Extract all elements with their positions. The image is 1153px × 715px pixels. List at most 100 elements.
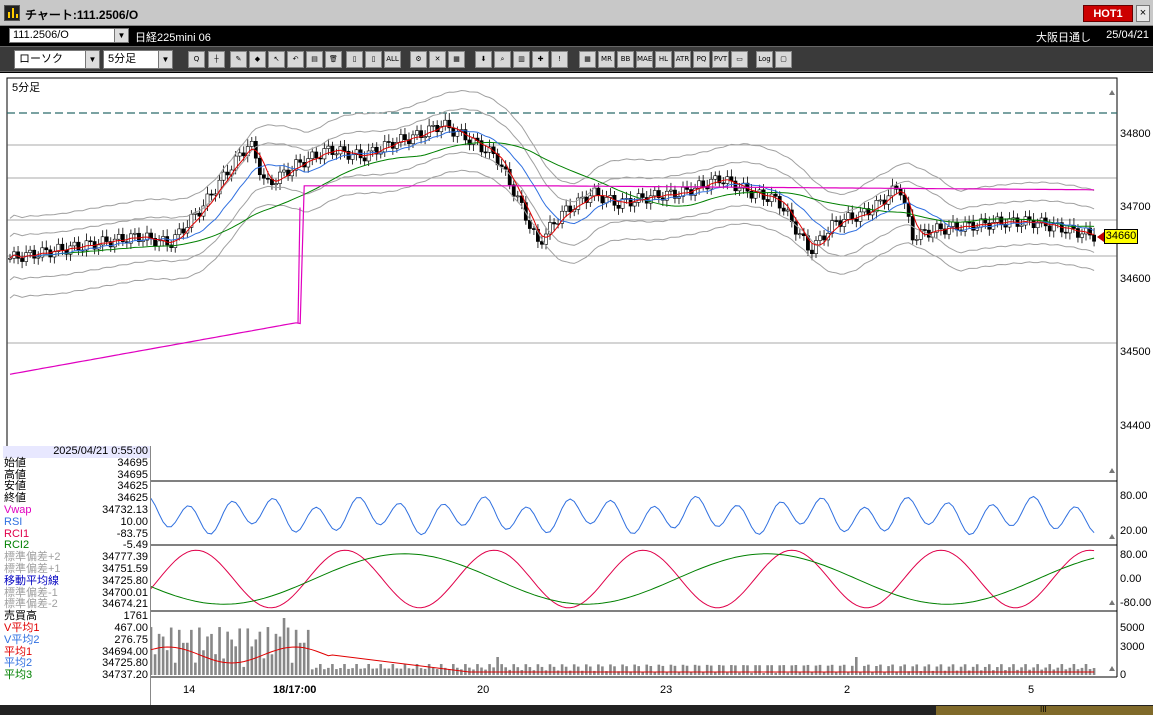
hot-button[interactable]: HOT1	[1083, 5, 1133, 22]
volume-bar	[157, 633, 161, 675]
info-row: V平均1 467.00	[3, 621, 150, 635]
data-window: 2025/04/21 0:55:00 始値 34695 高値 34695 安値 34625…	[3, 445, 151, 715]
volume-ma1-line	[9, 646, 1095, 673]
volume-bar	[153, 654, 157, 675]
price-axis-label: 34400	[1120, 420, 1151, 432]
bb-icon[interactable]: BB	[617, 51, 634, 68]
candle-body	[362, 157, 367, 162]
volume-bar	[983, 666, 987, 675]
volume-bar	[218, 627, 221, 675]
triangle-icon	[1109, 534, 1115, 539]
volume-bar	[351, 668, 354, 675]
eraser-icon[interactable]: ◆	[249, 51, 266, 68]
rsi-axis-label: 20.00	[1120, 525, 1148, 537]
info-label: RSI	[4, 515, 23, 528]
volume-bar	[987, 664, 991, 675]
volume-bar	[959, 666, 963, 675]
chart-canvas[interactable]	[0, 73, 1153, 715]
candle-body	[133, 232, 137, 235]
rci-axis-label: -80.00	[1120, 597, 1152, 609]
volume-bar	[649, 665, 653, 675]
chevron-down-icon[interactable]: ▼	[114, 29, 128, 42]
title-bar[interactable]: チャート:111.2506/O HOT1 ×	[0, 0, 1153, 26]
cross-icon[interactable]: ✚	[532, 51, 549, 68]
atr-icon[interactable]: ATR	[674, 51, 691, 68]
volume-bar	[186, 642, 189, 675]
candle-body	[947, 226, 951, 235]
chart-icon[interactable]: ▥	[513, 51, 530, 68]
close-button[interactable]: ×	[1136, 5, 1150, 22]
candle-body	[769, 193, 774, 202]
volume-bar	[419, 668, 423, 675]
chart-area[interactable]: 5分足 34660 34800 34700 34600 34500 34400 …	[0, 73, 1153, 715]
pvt-icon[interactable]: PVT	[712, 51, 729, 68]
volume-axis-label: 5000	[1120, 622, 1145, 634]
scroll-bar[interactable]: III	[0, 705, 1153, 715]
blank-icon[interactable]: !	[551, 51, 568, 68]
interval-select[interactable]: 5分足 ▼	[103, 50, 173, 69]
palette-icon[interactable]: ▦	[448, 51, 465, 68]
cursor-icon[interactable]: ↖	[268, 51, 285, 68]
candle-body	[112, 238, 117, 248]
candle-body	[366, 150, 371, 162]
volume-bar	[798, 672, 802, 675]
ma-icon[interactable]: ▦	[579, 51, 596, 68]
bar-right-icon[interactable]: ▯	[365, 51, 382, 68]
volume-bar	[1012, 664, 1015, 675]
gear-icon[interactable]: ⚙	[410, 51, 427, 68]
magnifier-icon[interactable]: ⌕	[494, 51, 511, 68]
wrench-icon[interactable]: ✕	[429, 51, 446, 68]
hl-icon[interactable]: HL	[655, 51, 672, 68]
chevron-down-icon[interactable]: ▼	[85, 51, 99, 68]
note-icon[interactable]: ▤	[306, 51, 323, 68]
pq-icon[interactable]: PQ	[693, 51, 710, 68]
volume-bar	[1068, 667, 1072, 675]
volume-bar	[383, 668, 387, 675]
down-arrow-icon[interactable]: ⬇	[475, 51, 492, 68]
chart-app-icon	[4, 5, 20, 21]
mr-icon[interactable]: MR	[598, 51, 615, 68]
trash-icon[interactable]: 🗑	[325, 51, 342, 68]
volume-bar	[266, 627, 270, 675]
volume-bar	[609, 664, 612, 675]
zoom-icon[interactable]: Q	[188, 51, 205, 68]
chart-type-select[interactable]: ローソク ▼	[14, 50, 100, 69]
candle-body	[1047, 225, 1052, 232]
volume-bar	[601, 666, 604, 675]
info-label: V平均1	[4, 621, 40, 634]
rsi-line	[9, 495, 1095, 536]
all-icon[interactable]: ALL	[384, 51, 401, 68]
volume-bar	[838, 665, 842, 675]
info-value: 276.75	[114, 633, 148, 646]
chevron-down-icon[interactable]: ▼	[158, 51, 172, 68]
candle-body	[757, 189, 762, 193]
pencil-icon[interactable]: ✎	[230, 51, 247, 68]
scroll-thumb[interactable]: III	[1040, 706, 1054, 714]
mae-icon[interactable]: MAE	[636, 51, 653, 68]
volume-bar	[722, 665, 725, 675]
volume-bar	[645, 664, 649, 675]
volume-bar	[738, 672, 741, 675]
volume-bar	[742, 665, 745, 675]
volume-bar	[633, 664, 636, 675]
volume-bar	[762, 672, 765, 675]
volume-bar	[488, 664, 491, 675]
box-icon[interactable]: ▭	[731, 51, 748, 68]
candle-body	[76, 241, 81, 251]
undo-icon[interactable]: ↶	[287, 51, 304, 68]
candle-body	[330, 145, 335, 155]
symbol-select[interactable]: 111.2506/O ▼	[9, 28, 129, 43]
candle-body	[8, 257, 12, 260]
volume-bar	[290, 662, 294, 675]
log-icon[interactable]: Log	[756, 51, 773, 68]
interval-value: 5分足	[108, 53, 137, 65]
info-value: 34695	[117, 456, 148, 469]
volume-bar	[439, 664, 443, 675]
window-icon[interactable]: ▢	[775, 51, 792, 68]
bar-left-icon[interactable]: ▯	[346, 51, 363, 68]
candle-body	[616, 205, 621, 209]
crosshair-icon[interactable]: ┼	[208, 51, 225, 68]
volume-bar	[1000, 664, 1003, 675]
volume-bar	[754, 665, 757, 675]
candle-body	[342, 146, 347, 152]
